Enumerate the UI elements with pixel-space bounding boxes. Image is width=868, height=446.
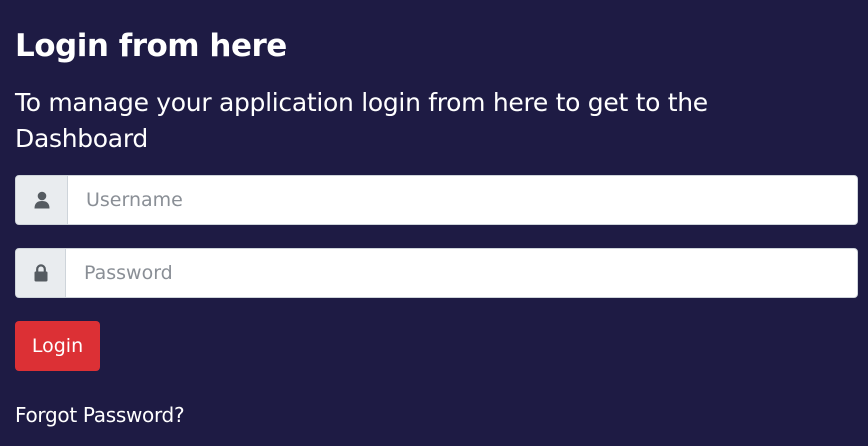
page-subtitle: To manage your application login from he… xyxy=(15,88,708,153)
username-input[interactable] xyxy=(68,176,857,224)
username-input-group xyxy=(15,175,858,225)
lock-icon xyxy=(16,249,66,297)
forgot-password-link[interactable]: Forgot Password? xyxy=(15,400,185,430)
password-input[interactable] xyxy=(66,249,857,297)
user-icon xyxy=(16,176,68,224)
login-button[interactable]: Login xyxy=(15,321,100,371)
login-panel: Login from here To manage your applicati… xyxy=(0,0,868,446)
password-input-group xyxy=(15,248,858,298)
page-title: Login from here xyxy=(15,28,287,64)
